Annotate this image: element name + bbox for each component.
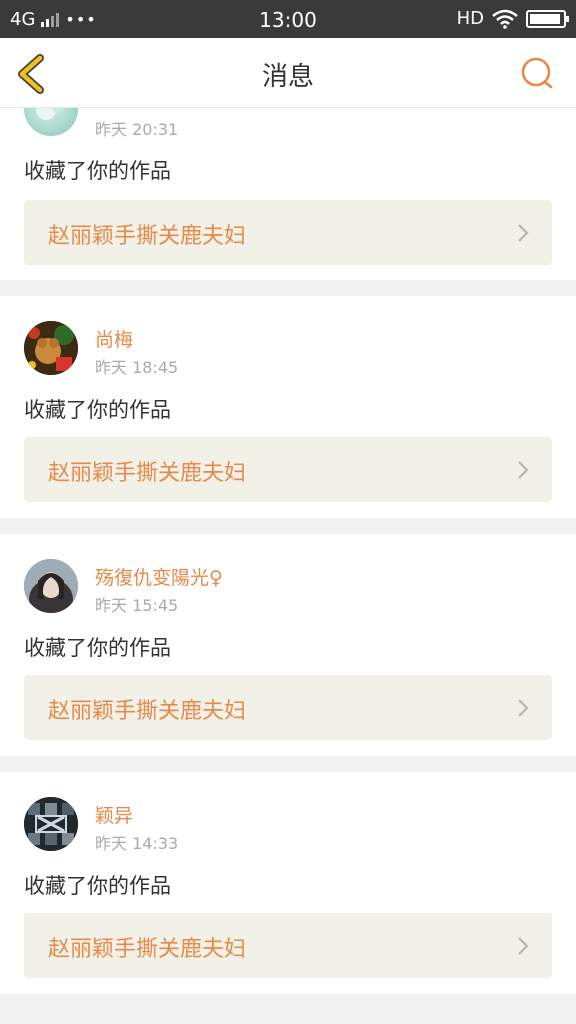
message-card: 殇復仇变陽光♀ 昨天 15:45 收藏了你的作品 赵丽颖手撕关鹿夫妇 [0,534,576,756]
message-card: 尚梅 昨天 18:45 收藏了你的作品 赵丽颖手撕关鹿夫妇 [0,296,576,518]
work-title: 赵丽颖手撕关鹿夫妇 [48,461,247,486]
work-link[interactable]: 赵丽颖手撕关鹿夫妇 [24,913,552,978]
avatar-image [24,559,78,613]
message-time: 昨天 18:45 [95,358,179,377]
work-link[interactable]: 赵丽颖手撕关鹿夫妇 [24,200,552,265]
avatar[interactable] [24,559,78,613]
battery-icon [526,9,569,28]
avatar-image [24,321,78,375]
work-title: 赵丽颖手撕关鹿夫妇 [48,699,247,724]
page-title: 消息 [261,62,314,92]
message-action: 收藏了你的作品 [24,159,171,183]
chevron-right-icon [518,937,529,955]
user-name[interactable]: 殇復仇变陽光♀ [95,563,223,590]
user-name[interactable]: 颖异 [95,801,133,828]
chevron-right-icon [518,461,529,479]
work-title: 赵丽颖手撕关鹿夫妇 [48,937,247,962]
avatar[interactable] [24,321,78,375]
message-time: 昨天 20:31 [95,120,179,139]
chevron-right-icon [518,699,529,717]
status-bar: 4G ••• 13:00 HD [0,0,576,38]
avatar[interactable] [24,797,78,851]
avatar-image [24,797,78,851]
wifi-icon [492,9,518,29]
battery-fill [530,13,561,24]
avatar[interactable] [24,108,78,136]
message-list[interactable]: 昨天 20:31 收藏了你的作品 赵丽颖手撕关鹿夫妇 尚梅 昨天 18:45 收… [0,108,576,1024]
chevron-right-icon [518,224,529,242]
work-link[interactable]: 赵丽颖手撕关鹿夫妇 [24,437,552,502]
message-action: 收藏了你的作品 [24,398,171,422]
message-time: 昨天 15:45 [95,596,179,615]
message-action: 收藏了你的作品 [24,636,171,660]
hd-label: HD [456,8,484,29]
message-card: 昨天 20:31 收藏了你的作品 赵丽颖手撕关鹿夫妇 [0,108,576,280]
work-link[interactable]: 赵丽颖手撕关鹿夫妇 [24,675,552,740]
work-title: 赵丽颖手撕关鹿夫妇 [48,224,247,249]
message-action: 收藏了你的作品 [24,874,171,898]
message-card: 颖异 昨天 14:33 收藏了你的作品 赵丽颖手撕关鹿夫妇 [0,772,576,994]
message-time: 昨天 14:33 [95,834,179,853]
avatar-image [36,108,65,120]
status-right: HD [456,8,569,29]
user-name[interactable]: 尚梅 [95,325,133,352]
nav-bar: 消息 [0,38,576,108]
search-icon[interactable] [520,56,554,90]
